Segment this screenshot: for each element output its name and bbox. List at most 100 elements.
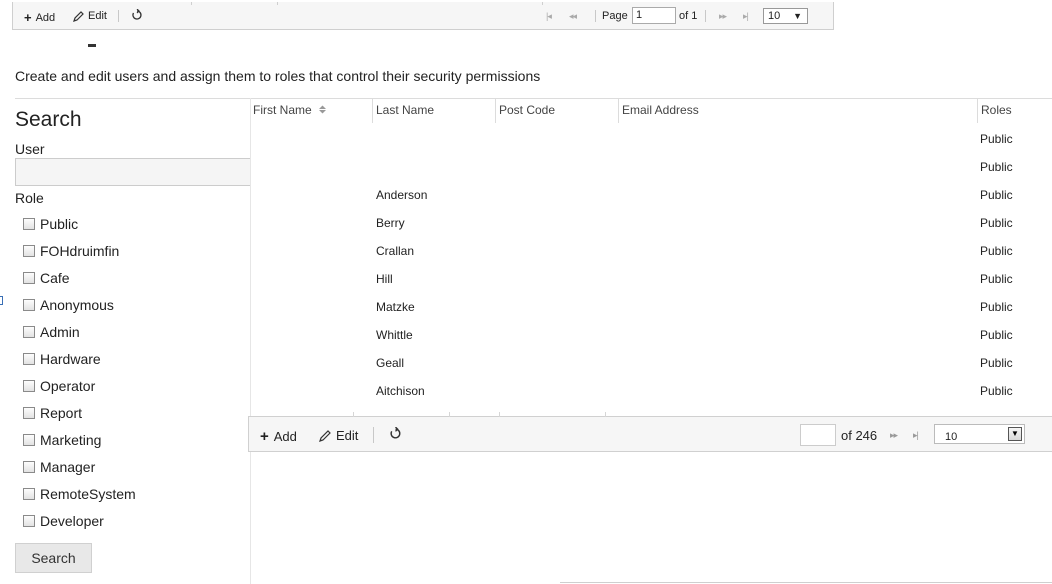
cell-last-name: Whittle (376, 328, 413, 342)
cell-last-name: Aitchison (376, 384, 425, 398)
cell-last-name: Anderson (376, 188, 428, 202)
cell-roles: Public (980, 188, 1013, 202)
role-label-text: Anonymous (40, 297, 114, 313)
cell-roles: Public (980, 132, 1013, 146)
checkbox[interactable] (23, 326, 35, 338)
column-header-email[interactable]: Email Address (622, 103, 699, 117)
cell-roles: Public (980, 356, 1013, 370)
page-description: Create and edit users and assign them to… (15, 68, 541, 84)
search-panel-title: Search (15, 108, 82, 131)
column-divider (372, 99, 373, 123)
checkbox[interactable] (23, 461, 35, 473)
last-page-icon[interactable]: ▸| (743, 11, 749, 22)
role-checkbox-manager[interactable]: Manager (23, 458, 95, 476)
role-checkbox-report[interactable]: Report (23, 404, 82, 422)
column-label: First Name (253, 103, 312, 117)
role-label-text: Hardware (40, 351, 101, 367)
cell-roles: Public (980, 160, 1013, 174)
top-add-button[interactable]: + Add (24, 10, 55, 25)
checkbox[interactable] (23, 353, 35, 365)
role-label-text: Developer (40, 513, 104, 529)
checkbox[interactable] (23, 515, 35, 527)
role-checkbox-admin[interactable]: Admin (23, 323, 80, 341)
page-count-label: of 246 (841, 428, 878, 443)
grid-add-button[interactable]: + Add (260, 428, 297, 445)
next-page-icon[interactable]: ▸▸ (890, 430, 898, 441)
role-checkbox-operator[interactable]: Operator (23, 377, 95, 395)
cell-roles: Public (980, 328, 1013, 342)
add-label: Add (35, 11, 56, 24)
panel-divider (250, 98, 251, 584)
cell-roles: Public (980, 300, 1013, 314)
role-label-text: Manager (40, 459, 96, 475)
first-page-icon[interactable]: |◂ (546, 11, 552, 22)
top-page-size-select[interactable]: 10 ▼ (763, 8, 808, 24)
column-header-roles[interactable]: Roles (981, 103, 1012, 117)
role-checkbox-marketing[interactable]: Marketing (23, 431, 101, 449)
toolbar-separator (705, 10, 706, 22)
column-divider (191, 2, 192, 5)
page-label: Page (602, 10, 628, 22)
role-checkbox-hardware[interactable]: Hardware (23, 350, 101, 368)
add-label: Add (273, 429, 297, 444)
cell-roles: Public (980, 216, 1013, 230)
toolbar-separator (118, 10, 119, 22)
role-label: Role (15, 190, 44, 206)
last-page-icon[interactable]: ▸| (913, 430, 919, 441)
checkbox[interactable] (23, 218, 35, 230)
pencil-icon (73, 10, 84, 22)
search-button[interactable]: Search (15, 543, 92, 573)
column-header-first-name[interactable]: First Name (253, 103, 327, 117)
column-header-post-code[interactable]: Post Code (499, 103, 555, 117)
page-size-value: 10 (768, 10, 781, 22)
edit-label: Edit (88, 10, 107, 22)
column-divider (495, 99, 496, 123)
cell-last-name: Berry (376, 216, 405, 230)
grid-page-size-select[interactable]: 10 ▼ (934, 424, 1025, 444)
cell-last-name: Hill (376, 272, 393, 286)
role-checkbox-fohdruimfin[interactable]: FOHdruimfin (23, 242, 119, 260)
chevron-down-icon: ▼ (793, 11, 802, 21)
checkbox[interactable] (23, 407, 35, 419)
column-divider (449, 412, 450, 417)
top-refresh-button[interactable] (131, 9, 143, 21)
column-divider (542, 2, 543, 5)
cell-roles: Public (980, 272, 1013, 286)
column-header-last-name[interactable]: Last Name (376, 103, 434, 117)
grid-refresh-button[interactable] (389, 427, 402, 440)
edit-label: Edit (336, 428, 359, 443)
role-label-text: FOHdruimfin (40, 243, 120, 259)
checkbox[interactable] (23, 488, 35, 500)
column-divider (618, 99, 619, 123)
top-edit-button[interactable]: Edit (73, 10, 107, 22)
cell-roles: Public (980, 244, 1013, 258)
column-divider (605, 412, 606, 417)
checkbox[interactable] (23, 299, 35, 311)
checkbox[interactable] (23, 272, 35, 284)
role-checkbox-anonymous[interactable]: Anonymous (23, 296, 114, 314)
chevron-down-icon: ▼ (1008, 427, 1022, 441)
role-checkbox-public[interactable]: Public (23, 215, 78, 233)
checkbox[interactable] (23, 380, 35, 392)
top-page-input[interactable]: 1 (632, 7, 676, 24)
role-checkbox-cafe[interactable]: Cafe (23, 269, 70, 287)
next-page-icon[interactable]: ▸▸ (719, 11, 727, 22)
role-checkbox-developer[interactable]: Developer (23, 512, 104, 530)
prev-page-icon[interactable]: ◂◂ (569, 11, 577, 22)
checkbox[interactable] (23, 245, 35, 257)
grid-edit-button[interactable]: Edit (319, 428, 358, 443)
user-label: User (15, 141, 45, 157)
column-divider (277, 2, 278, 5)
refresh-icon (132, 9, 142, 20)
sort-icon (319, 105, 327, 114)
refresh-icon (390, 427, 401, 439)
user-search-input[interactable] (15, 158, 251, 186)
column-divider (353, 412, 354, 417)
toolbar-separator (595, 10, 596, 22)
divider (560, 582, 1052, 583)
grid-page-input[interactable] (800, 424, 836, 446)
cell-roles: Public (980, 384, 1013, 398)
checkbox[interactable] (23, 434, 35, 446)
role-checkbox-remotesystem[interactable]: RemoteSystem (23, 485, 136, 503)
clipped-heading-fragment (88, 44, 96, 47)
